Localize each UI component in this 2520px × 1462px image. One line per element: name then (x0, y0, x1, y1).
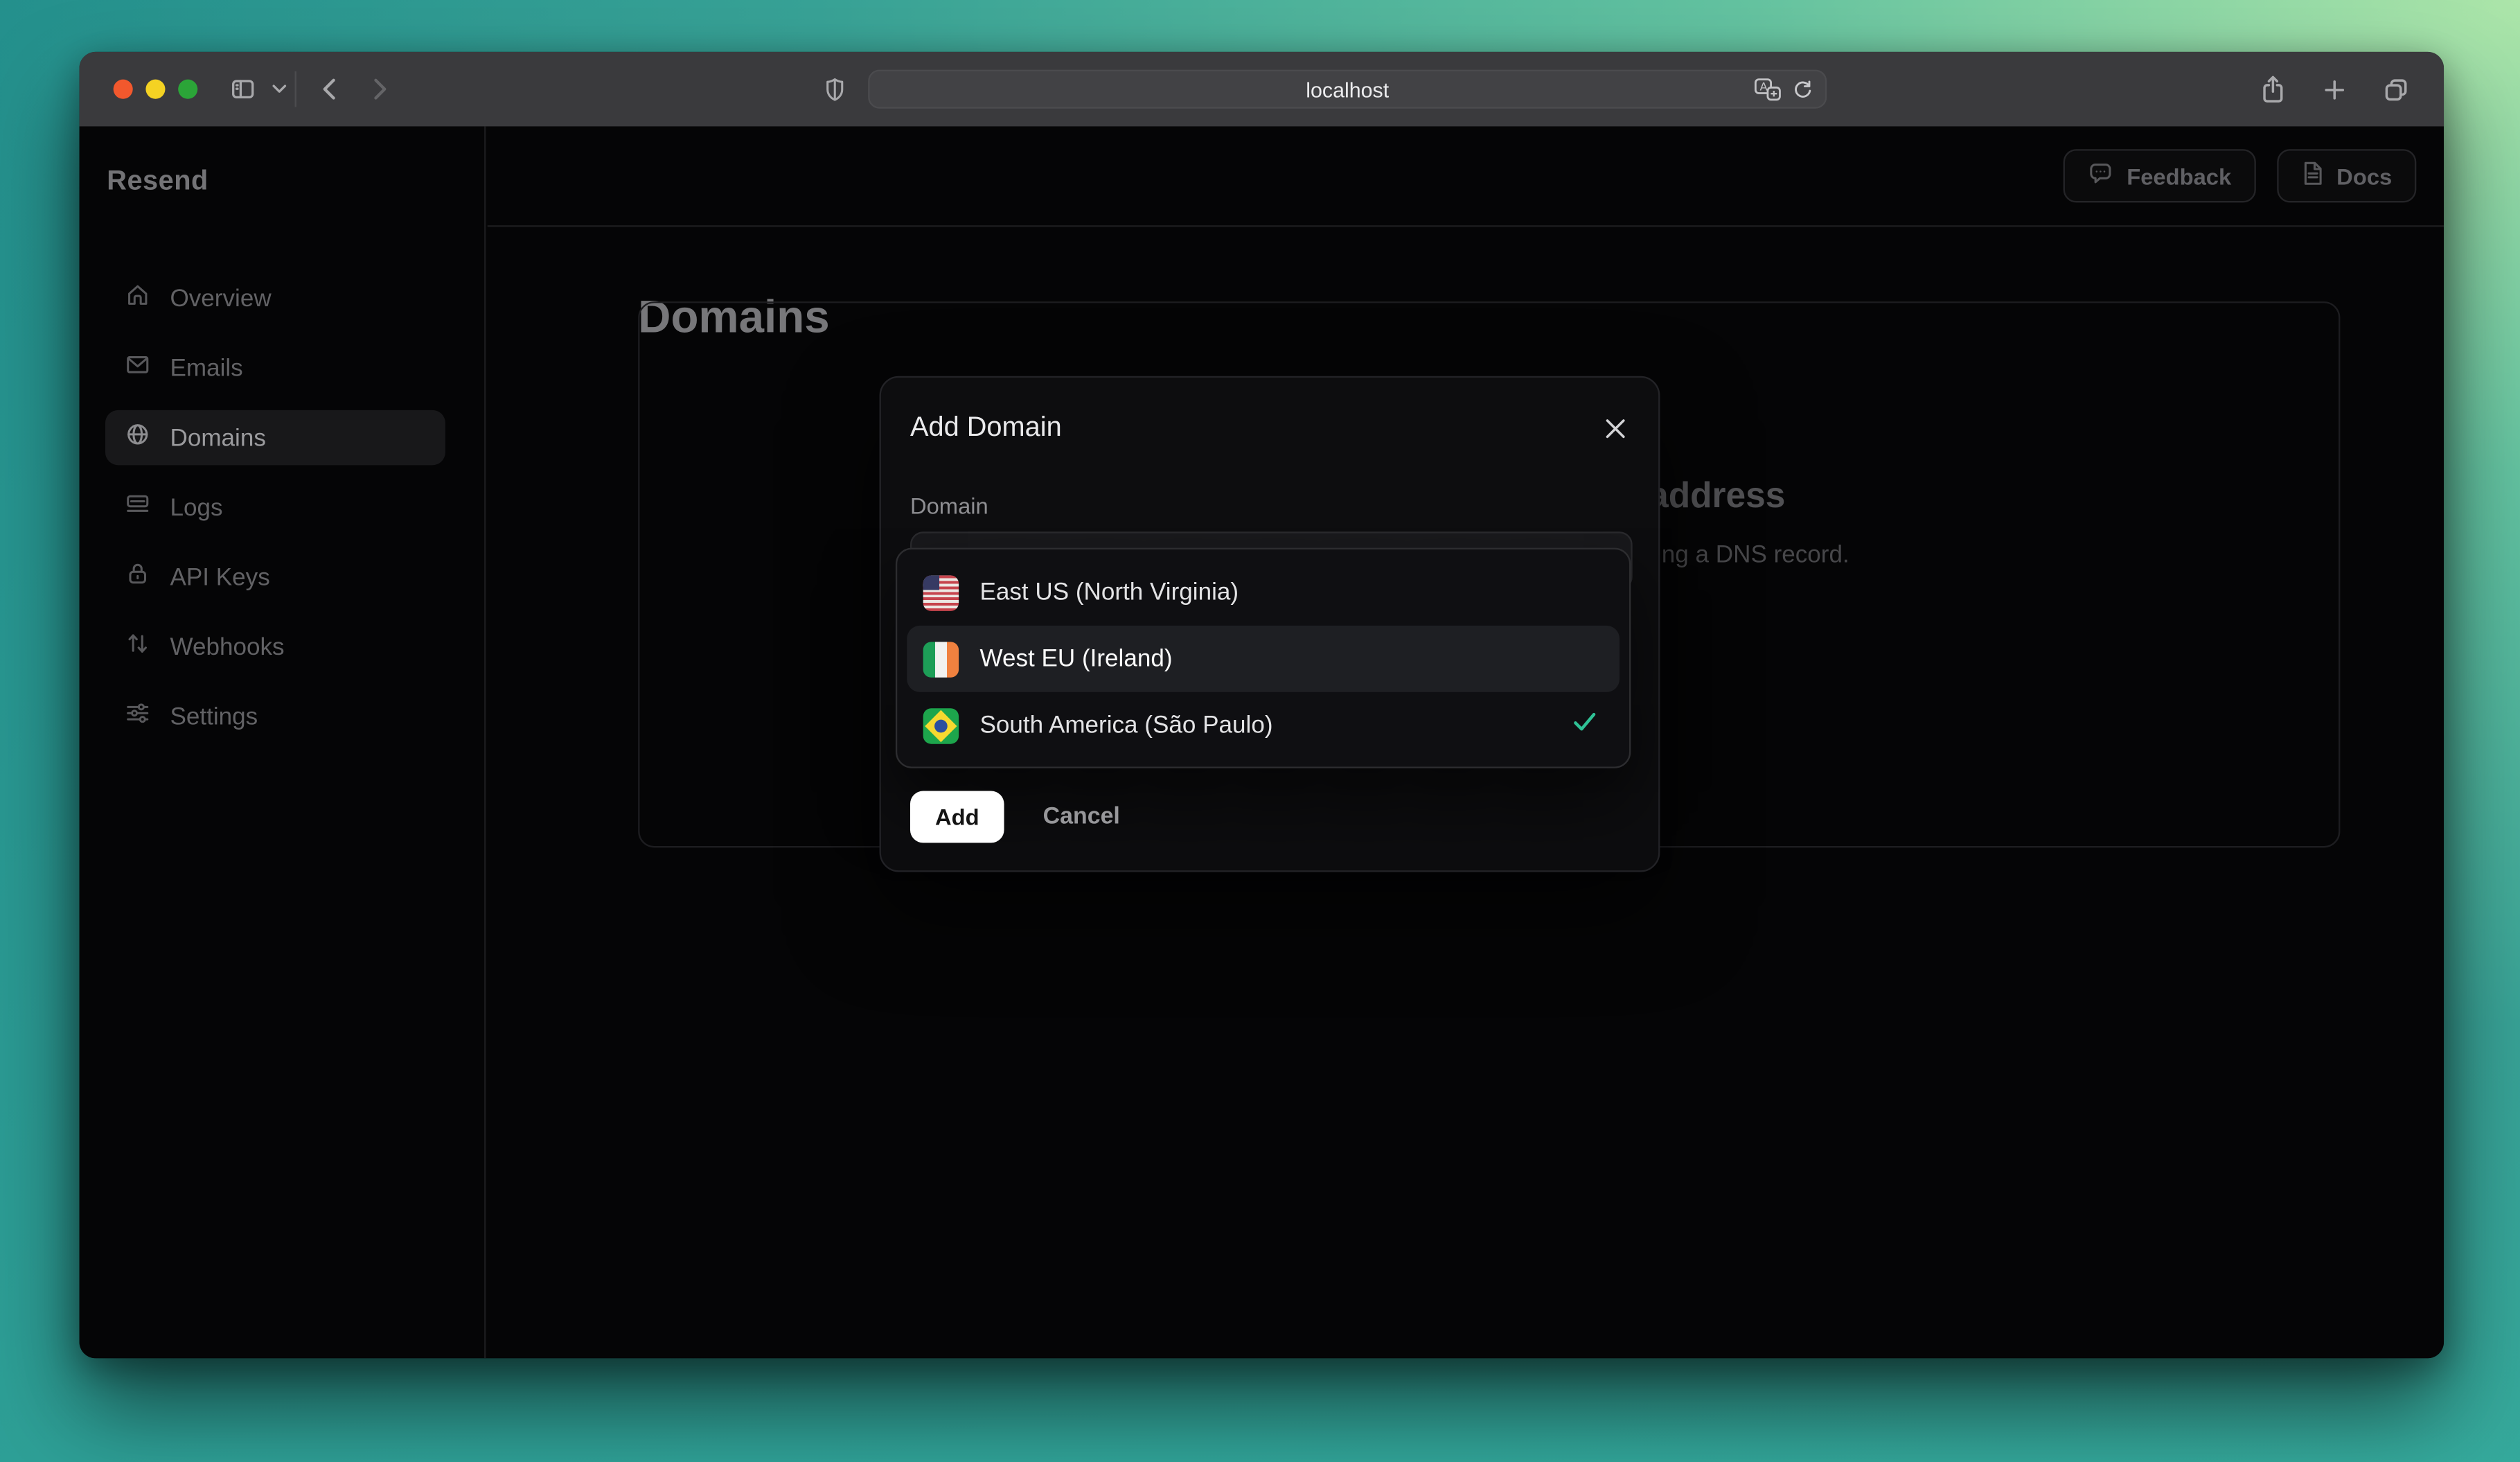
translate-icon[interactable]: A (1754, 77, 1782, 101)
logs-icon (125, 491, 150, 524)
modal-title: Add Domain (909, 412, 1062, 443)
sidebar-item-label: Emails (170, 354, 243, 382)
region-option-label: West EU (Ireland) (979, 645, 1173, 673)
toolbar-divider (294, 71, 296, 107)
add-button[interactable]: Add (909, 791, 1004, 843)
envelope-icon (125, 352, 150, 385)
region-option-label: South America (São Paulo) (979, 711, 1273, 739)
sidebar-item-api-keys[interactable]: API Keys (105, 549, 445, 605)
ireland-flag-icon (923, 641, 959, 677)
minimize-window-button[interactable] (145, 79, 166, 99)
us-flag-icon (923, 574, 959, 610)
speech-bubble-icon (2088, 161, 2113, 191)
sidebar-item-label: Settings (170, 703, 258, 730)
empty-state-heading-fragment: address (1649, 475, 1786, 516)
new-tab-icon[interactable] (2311, 67, 2356, 112)
sidebar-item-settings[interactable]: Settings (105, 689, 445, 744)
privacy-shield-icon[interactable] (811, 67, 856, 112)
sidebar-item-webhooks[interactable]: Webhooks (105, 619, 445, 675)
chevron-down-icon[interactable] (265, 67, 291, 112)
resend-logo: Resend (107, 165, 208, 197)
sidebar-item-label: Overview (170, 284, 272, 312)
share-icon[interactable] (2249, 67, 2294, 112)
feedback-button[interactable]: Feedback (2064, 149, 2256, 203)
zoom-window-button[interactable] (178, 79, 198, 99)
sidebar-item-label: API Keys (170, 563, 270, 591)
feedback-button-label: Feedback (2127, 163, 2232, 189)
add-domain-modal: Add Domain Domain East US (North Virgini… (879, 376, 1660, 872)
browser-toolbar: localhost A (79, 51, 2444, 127)
empty-state-body-fragment: ng a DNS record. (1661, 541, 1849, 570)
region-option-east-us[interactable]: East US (North Virginia) (907, 559, 1620, 626)
sidebar-nav: Overview Emails Domains Logs API Keys We… (80, 271, 485, 744)
url-text: localhost (1306, 77, 1390, 102)
traffic-lights (113, 79, 198, 99)
arrows-up-down-icon (125, 631, 150, 663)
sidebar-item-label: Logs (170, 493, 223, 522)
sidebar-item-emails[interactable]: Emails (105, 340, 445, 396)
docs-button[interactable]: Docs (2276, 149, 2417, 203)
sliders-icon (125, 701, 150, 733)
globe-icon (125, 421, 150, 454)
region-option-west-eu[interactable]: West EU (Ireland) (907, 625, 1620, 692)
forward-button[interactable] (358, 67, 403, 112)
sidebar-item-label: Webhooks (170, 633, 285, 661)
close-window-button[interactable] (113, 79, 133, 99)
region-dropdown: East US (North Virginia) West EU (Irelan… (895, 547, 1631, 768)
browser-window: localhost A Resend Overview Emails Domai… (79, 51, 2444, 1359)
close-icon[interactable] (1594, 407, 1636, 449)
modal-actions: Add Cancel (909, 791, 1120, 843)
sidebar-item-overview[interactable]: Overview (105, 271, 445, 326)
document-icon (2301, 161, 2324, 191)
check-icon (1572, 712, 1597, 739)
brazil-flag-icon (923, 707, 959, 743)
sidebar-item-domains[interactable]: Domains (105, 409, 445, 466)
docs-button-label: Docs (2336, 163, 2393, 189)
cancel-button[interactable]: Cancel (1043, 804, 1120, 829)
desktop: localhost A Resend Overview Emails Domai… (0, 0, 2520, 1462)
sidebar: Resend Overview Emails Domains Logs API … (80, 126, 486, 1359)
region-option-label: East US (North Virginia) (979, 579, 1239, 606)
sidebar-toggle-icon[interactable] (220, 67, 265, 112)
app-header: Feedback Docs (487, 126, 2444, 227)
domain-field-label: Domain (909, 493, 988, 519)
lock-icon (125, 561, 150, 593)
back-button[interactable] (306, 67, 351, 112)
reload-icon[interactable] (1791, 77, 1814, 101)
tab-overview-icon[interactable] (2372, 67, 2417, 112)
address-bar[interactable]: localhost A (868, 69, 1827, 109)
sidebar-item-label: Domains (170, 423, 266, 452)
home-icon (125, 282, 150, 315)
region-option-south-america[interactable]: South America (São Paulo) (907, 692, 1620, 759)
sidebar-item-logs[interactable]: Logs (105, 479, 445, 535)
